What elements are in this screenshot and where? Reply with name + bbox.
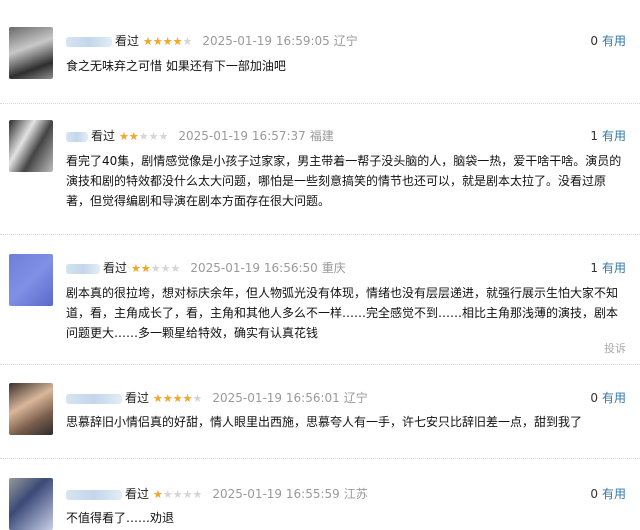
report-button[interactable]: 投诉 <box>604 340 626 356</box>
comment-meta: 看过★★★★★★★★★★ 2025-01-19 16:55:59江苏 <box>66 485 368 503</box>
comment-time: 2025-01-19 16:56:50 <box>190 261 318 275</box>
comment-time: 2025-01-19 16:55:59 <box>212 487 340 501</box>
useful-count: 1 <box>590 129 598 143</box>
useful-button[interactable]: 有用 <box>602 261 626 275</box>
comment-meta: 看过★★★★★★★★★★ 2025-01-19 16:56:50重庆 <box>66 259 346 277</box>
useful-button[interactable]: 有用 <box>602 129 626 143</box>
useful-count: 1 <box>590 261 598 275</box>
comment-meta: 看过★★★★★★★★★★ 2025-01-19 16:56:01辽宁 <box>66 389 368 407</box>
watch-status: 看过 <box>115 34 140 48</box>
divider <box>0 364 640 365</box>
comment-location: 辽宁 <box>343 391 368 405</box>
useful-count: 0 <box>590 391 598 405</box>
comment-time: 2025-01-19 16:57:37 <box>178 129 306 143</box>
comment-time: 2025-01-19 16:56:01 <box>212 391 340 405</box>
rating-stars: ★★★★★★★★★★ <box>153 488 203 501</box>
avatar[interactable] <box>9 120 53 172</box>
watch-status: 看过 <box>103 261 128 275</box>
rating-stars: ★★★★★★★★★★ <box>143 35 193 48</box>
comment-location: 江苏 <box>343 487 368 501</box>
divider <box>0 234 640 235</box>
watch-status: 看过 <box>125 391 150 405</box>
avatar[interactable] <box>9 254 53 306</box>
comment-location: 重庆 <box>321 261 346 275</box>
useful-vote[interactable]: 0 有用 <box>590 32 626 50</box>
comment-list: 看过★★★★★★★★★★2025-01-19 16:59:05辽宁 0有用 食之… <box>0 0 640 530</box>
useful-count: 0 <box>590 487 598 501</box>
useful-button[interactable]: 有用 <box>602 34 626 48</box>
comment-text: 看完了40集，剧情感觉像是小孩子过家家，男主带着一帮子没头脑的人，脑袋一热，爱干… <box>66 154 622 208</box>
divider <box>0 458 640 459</box>
useful-button[interactable]: 有用 <box>602 391 626 405</box>
useful-vote[interactable]: 1 有用 <box>590 127 626 145</box>
comment-time: 2025-01-19 16:59:05 <box>202 34 330 48</box>
useful-count: 0 <box>590 34 598 48</box>
rating-stars: ★★★★★★★★★★ <box>131 262 181 275</box>
comment-meta: 看过★★★★★★★★★★ 2025-01-19 16:59:05辽宁 <box>66 32 358 50</box>
avatar[interactable] <box>9 478 53 530</box>
username-blurred[interactable] <box>66 489 122 500</box>
comment-meta: 看过★★★★★★★★★★ 2025-01-19 16:57:37福建 <box>66 127 334 145</box>
avatar[interactable] <box>9 27 53 79</box>
useful-vote[interactable]: 1 有用 <box>590 259 626 277</box>
username-blurred[interactable] <box>66 131 88 142</box>
useful-vote[interactable]: 0 有用 <box>590 485 626 503</box>
rating-stars: ★★★★★★★★★★ <box>153 392 203 405</box>
watch-status: 看过 <box>91 129 116 143</box>
comment-location: 福建 <box>309 129 334 143</box>
avatar[interactable] <box>9 383 53 435</box>
comment-location: 辽宁 <box>333 34 358 48</box>
useful-button[interactable]: 有用 <box>602 487 626 501</box>
comment-text: 食之无味弃之可惜 如果还有下一部加油吧 <box>66 59 286 73</box>
useful-vote[interactable]: 0 有用 <box>590 389 626 407</box>
comment-text: 剧本真的很拉垮，想对标庆余年，但人物弧光没有体现，情绪也没有层层递进，就强行展示… <box>66 286 619 340</box>
divider <box>0 103 640 104</box>
comment-text: 思慕辞旧小情侣真的好甜，情人眼里出西施，思慕夸人有一手，许七安只比辞旧差一点，甜… <box>66 415 583 429</box>
comment-text: 不值得看了……劝退 <box>66 511 175 525</box>
username-blurred[interactable] <box>66 36 112 47</box>
username-blurred[interactable] <box>66 393 122 404</box>
watch-status: 看过 <box>125 487 150 501</box>
rating-stars: ★★★★★★★★★★ <box>119 130 169 143</box>
username-blurred[interactable] <box>66 263 100 274</box>
